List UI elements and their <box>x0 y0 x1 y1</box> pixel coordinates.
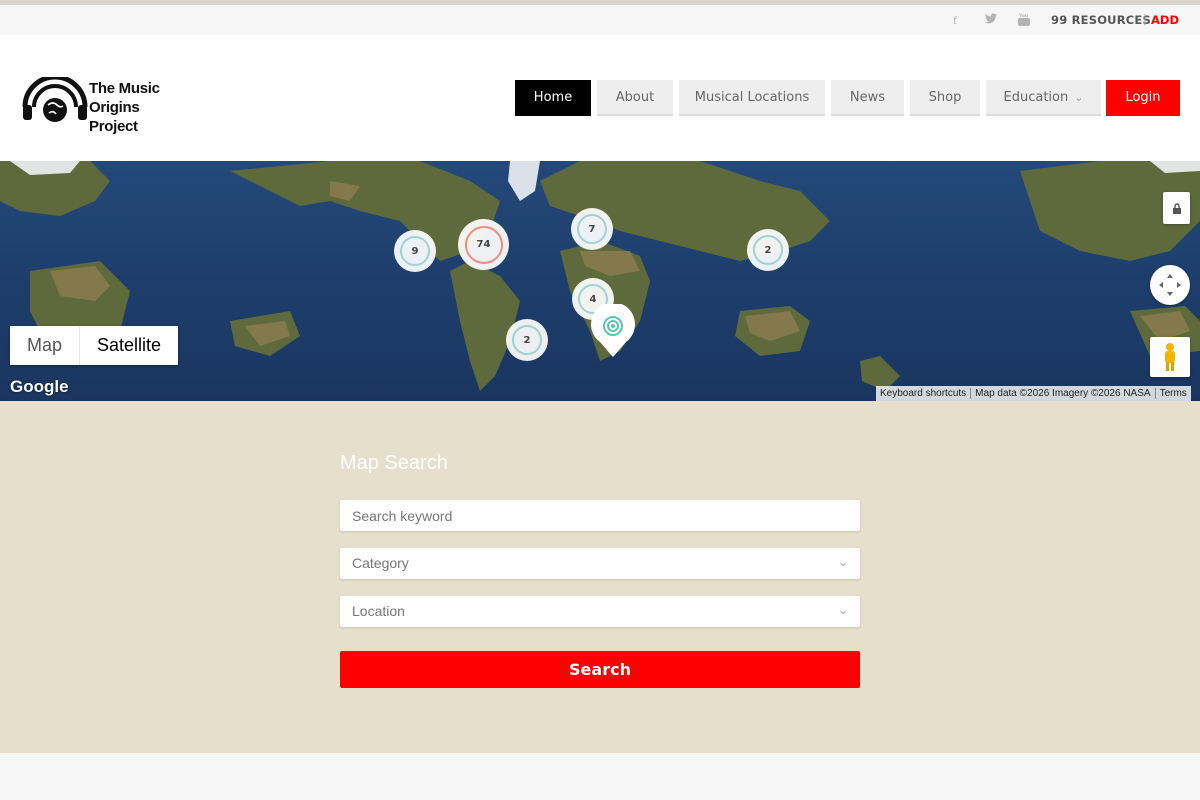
category-select[interactable]: Category ⌄ <box>340 548 860 579</box>
topbar-separator: | <box>1143 12 1147 26</box>
world-map[interactable]: 9 74 7 2 4 2 Map Satellite Google Keyboa… <box>0 161 1200 401</box>
login-button[interactable]: Login <box>1106 80 1180 116</box>
cluster-count: 2 <box>753 235 783 265</box>
map-type-map-button[interactable]: Map <box>10 326 79 365</box>
keyword-field[interactable] <box>340 500 860 531</box>
map-type-control: Map Satellite <box>10 326 179 365</box>
twitter-icon[interactable] <box>985 13 997 27</box>
map-type-satellite-button[interactable]: Satellite <box>79 326 178 365</box>
category-select-value: Category <box>352 555 409 571</box>
terms-link[interactable]: Terms <box>1156 386 1191 401</box>
nav-home[interactable]: Home <box>515 80 591 116</box>
nav-shop[interactable]: Shop <box>910 80 980 116</box>
site-header: The Music Origins Project Home About Mus… <box>0 35 1200 161</box>
map-cluster-marker[interactable]: 7 <box>571 208 613 250</box>
youtube-icon[interactable]: You <box>1018 13 1030 29</box>
location-pin-icon[interactable] <box>590 304 636 358</box>
page-footer <box>0 753 1200 800</box>
lock-icon <box>1172 202 1181 214</box>
add-link[interactable]: ADD <box>1151 13 1179 27</box>
nav-education-label: Education <box>1003 90 1069 105</box>
logo-text-line1: The Music <box>89 80 160 97</box>
map-cluster-marker[interactable]: 74 <box>458 219 509 270</box>
map-data-credit: Map data ©2026 Imagery ©2026 NASA <box>975 388 1151 399</box>
keyboard-shortcuts-link[interactable]: Keyboard shortcuts <box>876 386 970 401</box>
nav-news[interactable]: News <box>831 80 904 116</box>
fullscreen-button[interactable] <box>1163 192 1190 224</box>
map-cluster-marker[interactable]: 2 <box>506 319 548 361</box>
nav-education[interactable]: Education ⌄ <box>986 80 1101 116</box>
cluster-count: 9 <box>400 236 430 266</box>
top-bar: f You 99 RESOURCES | ADD <box>0 5 1200 35</box>
location-select[interactable]: Location ⌄ <box>340 596 860 627</box>
cluster-count: 7 <box>577 214 607 244</box>
facebook-icon[interactable]: f <box>953 13 957 28</box>
location-select-value: Location <box>352 603 405 619</box>
map-attribution: Keyboard shortcuts Map data ©2026 Imager… <box>876 386 1191 401</box>
map-pan-control[interactable] <box>1150 265 1190 305</box>
google-logo: Google <box>10 377 69 396</box>
chevron-down-icon: ⌄ <box>837 603 848 617</box>
headphones-globe-icon <box>22 77 88 122</box>
map-search-title: Map Search <box>340 452 448 474</box>
street-view-button[interactable] <box>1150 337 1190 377</box>
map-cluster-marker[interactable]: 9 <box>394 230 436 272</box>
resources-count[interactable]: 99 RESOURCES <box>1051 13 1151 27</box>
pegman-icon <box>1165 343 1175 371</box>
pan-arrows-icon <box>1159 274 1181 296</box>
map-cluster-marker[interactable]: 2 <box>747 229 789 271</box>
chevron-down-icon: ⌄ <box>837 555 848 569</box>
chevron-down-icon: ⌄ <box>1074 91 1084 104</box>
nav-about[interactable]: About <box>597 80 673 116</box>
site-logo[interactable]: The Music Origins Project <box>22 77 192 135</box>
svg-text:You: You <box>1018 13 1028 19</box>
logo-text-line2: Origins Project <box>89 99 140 135</box>
map-search-section: Map Search Category ⌄ Location ⌄ Search <box>0 401 1200 753</box>
nav-musical-locations[interactable]: Musical Locations <box>679 80 825 116</box>
search-button[interactable]: Search <box>340 651 860 688</box>
search-keyword-input[interactable] <box>340 500 860 531</box>
cluster-count: 2 <box>512 325 542 355</box>
cluster-count: 74 <box>464 225 503 264</box>
